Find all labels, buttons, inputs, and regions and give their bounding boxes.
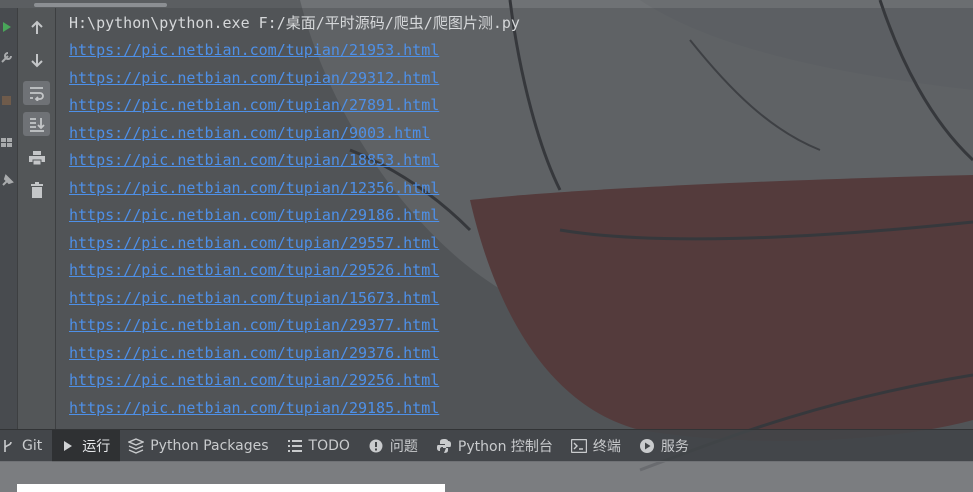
tab-label: 运行 (82, 439, 111, 455)
console-link[interactable]: https://pic.netbian.com/tupian/29526.htm… (69, 259, 439, 281)
wrench-icon[interactable] (0, 50, 14, 64)
console-link[interactable]: https://pic.netbian.com/tupian/29557.htm… (69, 232, 439, 254)
console-link[interactable]: https://pic.netbian.com/tupian/9003.html (69, 122, 430, 144)
tab-label: Git (22, 438, 43, 454)
tab-label: 问题 (389, 439, 418, 455)
console-link[interactable]: https://pic.netbian.com/tupian/15673.htm… (69, 287, 439, 309)
pin-icon[interactable] (0, 174, 14, 188)
tab-python-packages[interactable]: Python Packages (120, 430, 278, 462)
packages-icon (128, 438, 145, 454)
stop-icon[interactable] (0, 93, 14, 107)
run-console-output[interactable]: H:\python\python.exe F:/桌面/平时源码/爬虫/爬图片测.… (56, 8, 973, 429)
editor-top-edge (0, 0, 973, 8)
console-link[interactable]: https://pic.netbian.com/tupian/29312.htm… (69, 67, 439, 89)
tab-todo[interactable]: TODO (279, 430, 360, 462)
run-icon (60, 438, 76, 454)
up-arrow-icon[interactable] (23, 16, 50, 40)
trash-icon[interactable] (23, 178, 50, 202)
lower-white-panel (17, 484, 445, 492)
down-arrow-icon[interactable] (23, 48, 50, 72)
console-link[interactable]: https://pic.netbian.com/tupian/18853.htm… (69, 149, 439, 171)
console-link[interactable]: https://pic.netbian.com/tupian/12356.htm… (69, 177, 439, 199)
tab-problems[interactable]: 问题 (360, 430, 428, 462)
console-link[interactable]: https://pic.netbian.com/tupian/29185.htm… (69, 397, 439, 419)
soft-wrap-icon[interactable] (23, 81, 50, 105)
tab-terminal[interactable]: 终端 (563, 430, 631, 462)
console-link[interactable]: https://pic.netbian.com/tupian/29377.htm… (69, 314, 439, 336)
tab-label: 终端 (592, 439, 621, 455)
tool-window-bar: Git 运行 Python Packages TODO 问题 Python 控制… (0, 429, 973, 462)
tab-services[interactable]: 服务 (631, 430, 699, 462)
console-link[interactable]: https://pic.netbian.com/tupian/29256.htm… (69, 369, 439, 391)
python-console-icon (436, 438, 452, 454)
print-icon[interactable] (23, 146, 50, 170)
tab-run[interactable]: 运行 (52, 430, 121, 462)
run-icon[interactable] (0, 20, 14, 34)
lower-window-area (0, 461, 973, 492)
console-link[interactable]: https://pic.netbian.com/tupian/27891.htm… (69, 94, 439, 116)
console-link[interactable]: https://pic.netbian.com/tupian/29376.htm… (69, 342, 439, 364)
console-toolbar (18, 8, 56, 429)
tab-git[interactable]: Git (0, 430, 52, 462)
tab-label: TODO (308, 438, 350, 454)
scroll-tab[interactable] (34, 3, 167, 7)
git-branch-icon (0, 438, 16, 454)
console-link[interactable]: https://pic.netbian.com/tupian/21953.htm… (69, 39, 439, 61)
tab-label: Python Packages (150, 438, 269, 454)
left-tool-rail (0, 8, 18, 429)
services-icon (639, 438, 655, 454)
problems-icon (368, 438, 384, 454)
command-line: H:\python\python.exe F:/桌面/平时源码/爬虫/爬图片测.… (69, 14, 520, 32)
scroll-to-end-icon[interactable] (23, 112, 50, 136)
tab-label: Python 控制台 (457, 439, 553, 455)
tab-python-console[interactable]: Python 控制台 (428, 430, 563, 462)
console-link[interactable]: https://pic.netbian.com/tupian/29186.htm… (69, 204, 439, 226)
terminal-icon (570, 438, 587, 454)
layout-icon[interactable] (0, 136, 14, 150)
tab-label: 服务 (660, 439, 689, 455)
list-icon (287, 438, 303, 454)
